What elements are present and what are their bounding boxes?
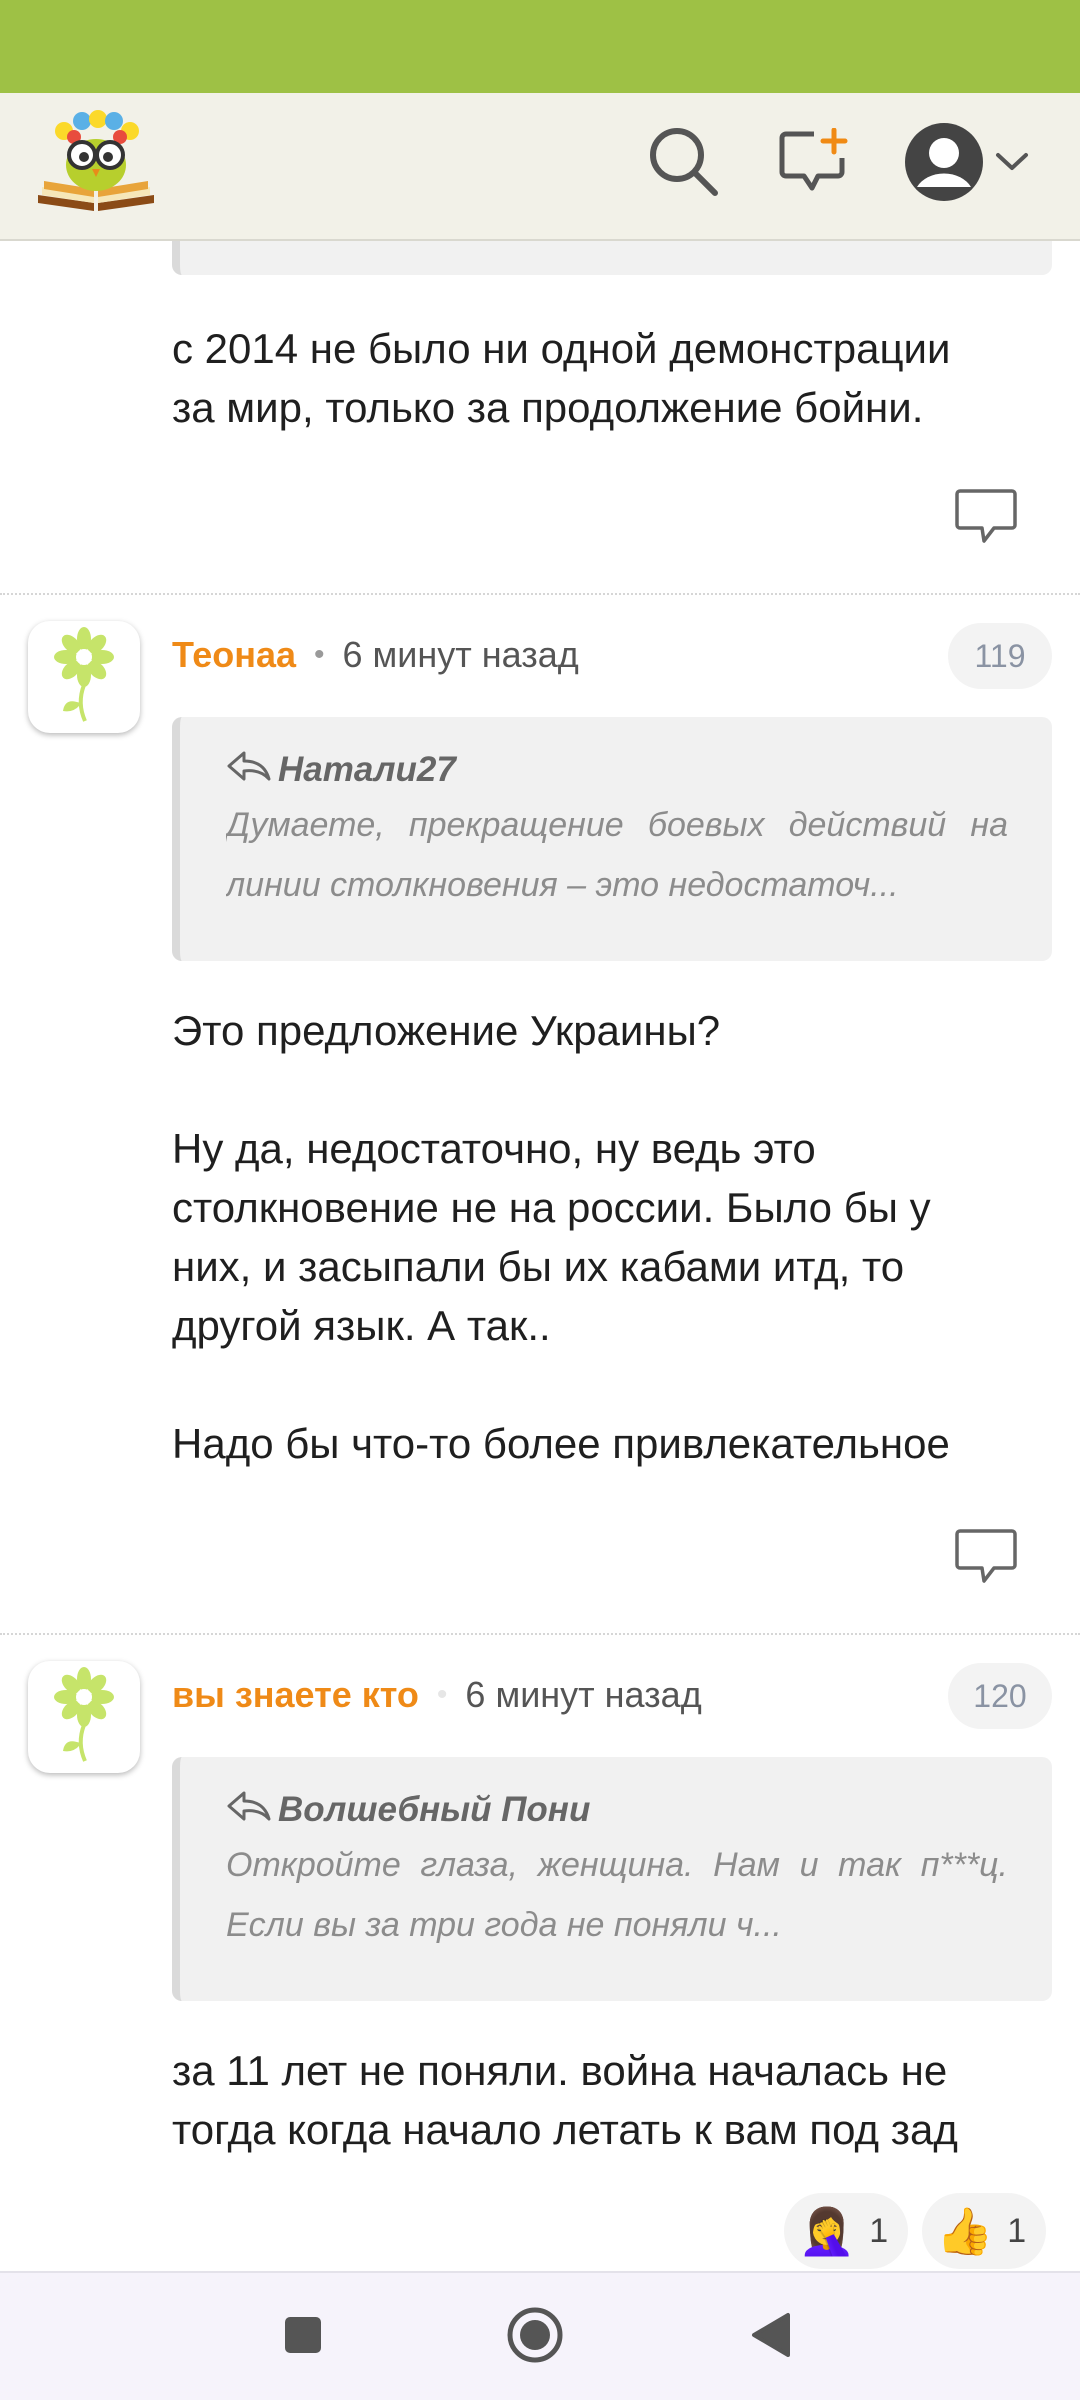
- reaction-facepalm[interactable]: 🤦‍♀️ 1: [784, 2193, 909, 2269]
- quote-author-name: Волшебный Пони: [278, 1790, 591, 1829]
- back-triangle-icon: [748, 2311, 792, 2364]
- reaction-thumbs-up[interactable]: 👍 1: [922, 2193, 1047, 2269]
- facepalm-emoji-icon: 🤦‍♀️: [798, 2205, 856, 2257]
- reply-arrow-icon: [226, 749, 278, 792]
- profile-menu-button[interactable]: [896, 119, 1036, 209]
- meta-separator: •: [436, 1678, 448, 1711]
- meta-separator: •: [314, 638, 325, 671]
- reply-button[interactable]: [954, 487, 1018, 547]
- comment-reply-icon: [954, 1529, 1018, 1591]
- comment-author[interactable]: Теонаа: [172, 634, 296, 676]
- comment-meta: Теонаа • 6 минут назад: [172, 625, 579, 685]
- chevron-down-icon: [995, 152, 1029, 177]
- quote-block-partial: [172, 241, 1052, 275]
- comment-text: за 11 лет не поняли. война началась не т…: [172, 2047, 958, 2153]
- search-button[interactable]: [643, 123, 723, 203]
- comment-reply-icon: [954, 489, 1018, 551]
- comment-author[interactable]: вы знаете кто: [172, 1674, 419, 1716]
- recents-button[interactable]: [263, 2297, 343, 2377]
- quote-author: Волшебный Пони: [226, 1785, 1008, 1835]
- flower-avatar-icon: [49, 1665, 119, 1770]
- app-header: [0, 93, 1080, 241]
- comment-text: с 2014 не было ни одной демонстрации за …: [172, 325, 951, 431]
- avatar-icon: [903, 121, 985, 208]
- comment-divider: [0, 1633, 1080, 1635]
- reply-arrow-icon: [226, 1789, 278, 1832]
- quote-author-name: Натали27: [278, 750, 456, 789]
- quote-block[interactable]: Натали27 Думаете, прекращение боевых дей…: [172, 717, 1052, 961]
- back-button[interactable]: [730, 2297, 810, 2377]
- comment-divider: [0, 593, 1080, 595]
- comment-time[interactable]: 6 минут назад: [343, 634, 579, 676]
- avatar[interactable]: [28, 1661, 140, 1773]
- status-bar: [0, 0, 1080, 93]
- comment-meta: вы знаете кто • 6 минут назад: [172, 1665, 702, 1725]
- system-navigation-bar: [0, 2271, 1080, 2400]
- comment-text: Это предложение Украины? Ну да, недостат…: [172, 1007, 950, 1467]
- reply-button[interactable]: [954, 1527, 1018, 1587]
- quote-text: Думаете, прекращение боевых действий на …: [226, 806, 1008, 904]
- quote-author: Натали27: [226, 745, 1008, 795]
- comment-number-badge[interactable]: 120: [948, 1663, 1052, 1729]
- avatar[interactable]: [28, 621, 140, 733]
- flower-avatar-icon: [49, 625, 119, 730]
- new-post-icon: [778, 127, 848, 199]
- reaction-count: 1: [1007, 2211, 1027, 2250]
- site-logo[interactable]: [34, 107, 158, 217]
- comment-time[interactable]: 6 минут назад: [465, 1674, 701, 1716]
- search-icon: [647, 125, 719, 202]
- home-circle-icon: [505, 2305, 565, 2370]
- reaction-count: 1: [869, 2211, 889, 2250]
- new-post-button[interactable]: [773, 123, 853, 203]
- comments-feed: с 2014 не было ни одной демонстрации за …: [0, 241, 1080, 2271]
- home-button[interactable]: [495, 2297, 575, 2377]
- quote-block[interactable]: Волшебный Пони Откройте глаза, женщина. …: [172, 1757, 1052, 2001]
- quote-text: Откройте глаза, женщина. Нам и так п***ц…: [226, 1846, 1008, 1944]
- recents-square-icon: [283, 2315, 323, 2360]
- thumbs-up-emoji-icon: 👍: [936, 2205, 994, 2257]
- comment-number-badge[interactable]: 119: [948, 623, 1052, 689]
